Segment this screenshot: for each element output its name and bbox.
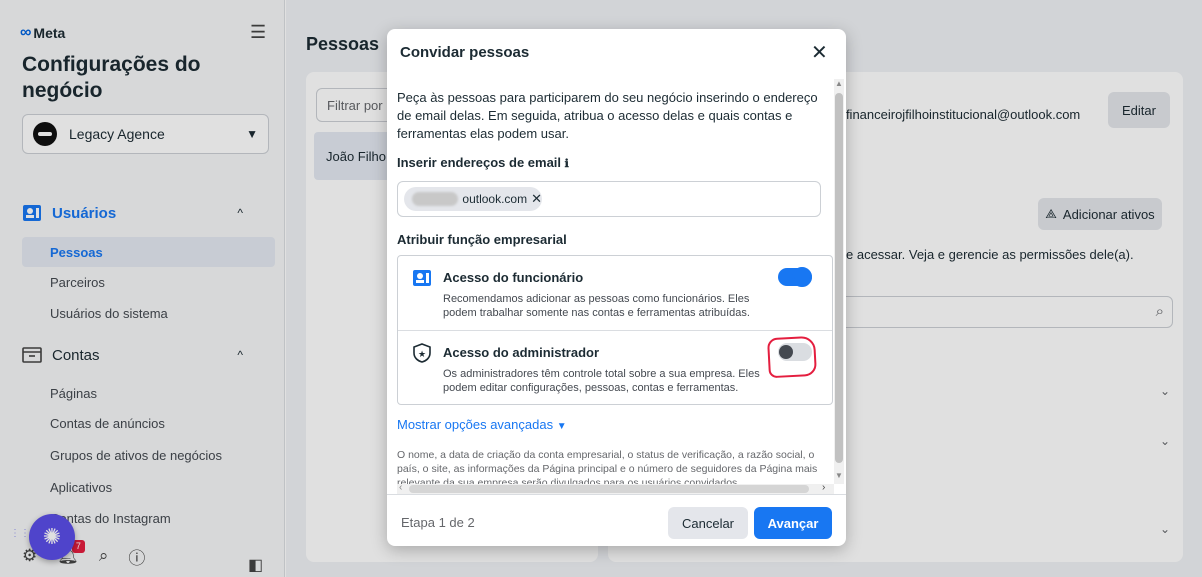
email-chip: outlook.com ✕ (404, 187, 542, 211)
scroll-left-icon[interactable]: ‹ (399, 482, 402, 493)
admin-shield-icon: ★ (413, 343, 431, 363)
info-icon[interactable]: ℹ︎ (565, 158, 569, 170)
cancel-button[interactable]: Cancelar (668, 507, 748, 539)
redacted-text (412, 192, 459, 206)
disclaimer-text: O nome, a data de criação da conta empre… (397, 449, 818, 484)
vertical-scrollbar[interactable]: ▲ ▼ (834, 79, 844, 484)
scrollbar-thumb[interactable] (409, 485, 809, 493)
role-title: Acesso do funcionário (443, 270, 584, 285)
remove-chip-icon[interactable]: ✕ (531, 191, 542, 207)
svg-text:★: ★ (418, 349, 426, 359)
advanced-options-link[interactable]: Mostrar opções avançadas ▼ (397, 417, 567, 432)
role-description: Os administradores têm controle total so… (443, 368, 760, 394)
scroll-up-icon[interactable]: ▲ (835, 79, 843, 88)
close-icon[interactable]: ✕ (811, 40, 828, 65)
role-title: Acesso do administrador (443, 345, 600, 360)
role-options: Acesso do funcionário Recomendamos adici… (397, 255, 833, 405)
dialog-footer: Etapa 1 de 2 Cancelar Avançar (387, 494, 846, 546)
caret-down-icon: ▼ (556, 421, 567, 432)
scrollbar-thumb[interactable] (835, 93, 843, 463)
employee-access-toggle[interactable] (778, 267, 812, 287)
scroll-right-icon[interactable]: › (822, 482, 825, 493)
role-admin: ★ Acesso do administrador Os administrad… (398, 330, 832, 404)
dialog-intro: Peça às pessoas para participarem do seu… (397, 90, 818, 141)
next-button[interactable]: Avançar (754, 507, 832, 539)
invite-people-dialog: Convidar pessoas ✕ Peça às pessoas para … (387, 29, 846, 546)
horizontal-scrollbar[interactable]: ‹ › (397, 482, 834, 494)
email-input[interactable]: outlook.com ✕ (397, 181, 821, 217)
role-description: Recomendamos adicionar as pessoas como f… (443, 293, 750, 319)
step-indicator: Etapa 1 de 2 (401, 515, 475, 530)
email-label: Inserir endereços de email ℹ︎ (397, 155, 569, 170)
role-employee: Acesso do funcionário Recomendamos adici… (398, 256, 832, 330)
scroll-down-icon[interactable]: ▼ (835, 471, 843, 480)
role-label: Atribuir função empresarial (397, 232, 567, 247)
dialog-title: Convidar pessoas (400, 44, 530, 61)
dialog-body: Peça às pessoas para participarem do seu… (387, 79, 834, 484)
annotation-circle (766, 335, 818, 379)
employee-badge-icon (413, 270, 431, 286)
